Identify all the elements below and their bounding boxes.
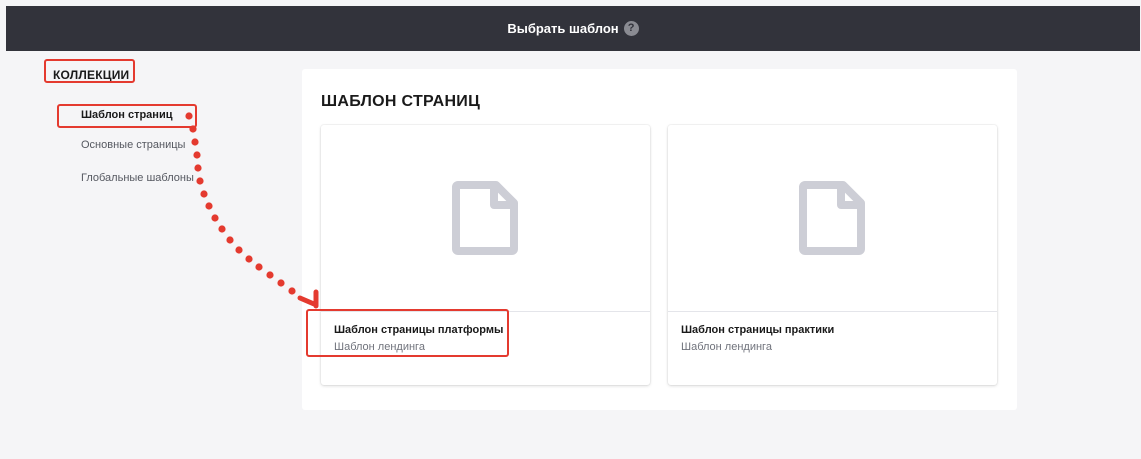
annotation-arrow xyxy=(185,112,319,309)
annotation-arrowhead xyxy=(297,289,319,309)
annotation-dotted-path xyxy=(185,112,296,295)
